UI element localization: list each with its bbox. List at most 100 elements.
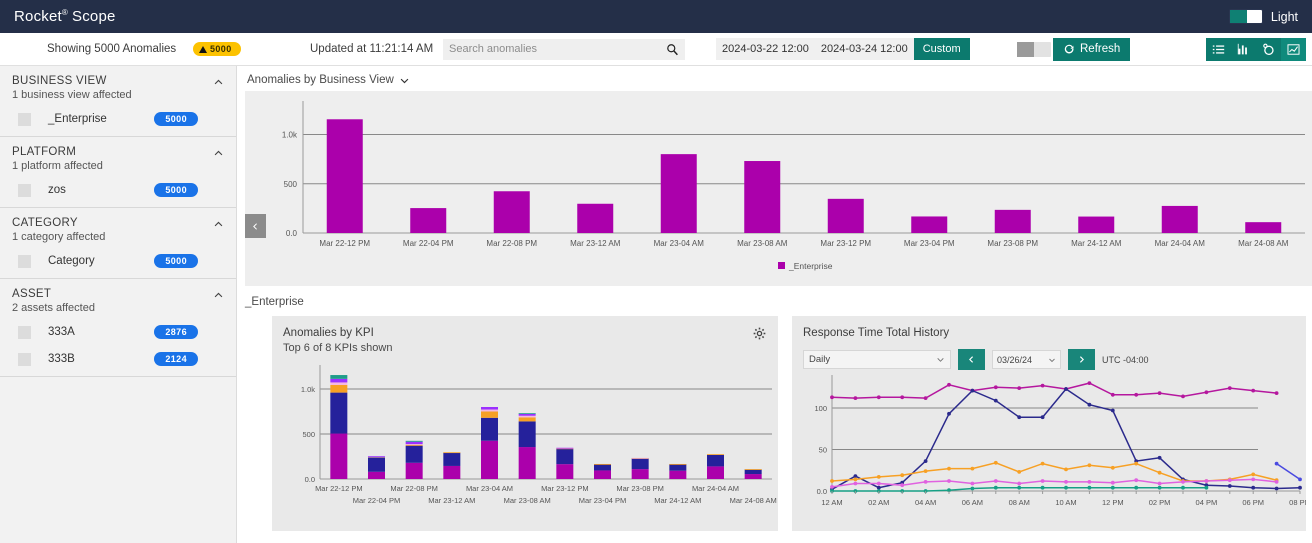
rt-panel-controls: Daily 03/26/24 UTC -04:00 xyxy=(792,339,1306,370)
chevron-right-icon xyxy=(1079,356,1084,363)
toggle-on-icon[interactable] xyxy=(1228,9,1263,24)
facet-title: BUSINESS VIEW xyxy=(12,75,107,87)
auto-refresh-toggle[interactable] xyxy=(1017,41,1051,57)
donut-chart-icon xyxy=(1263,43,1274,55)
facet-category: CATEGORY 1 category affected Category 50… xyxy=(0,208,236,279)
svg-text:Mar 22-12 PM: Mar 22-12 PM xyxy=(315,484,363,493)
svg-text:0.0: 0.0 xyxy=(305,475,315,484)
svg-text:500: 500 xyxy=(284,180,298,189)
svg-text:10 AM: 10 AM xyxy=(1055,498,1076,507)
line-chart-icon xyxy=(1287,43,1300,55)
svg-text:Mar 23-12 AM: Mar 23-12 AM xyxy=(428,496,475,505)
svg-text:06 PM: 06 PM xyxy=(1242,498,1264,507)
date-select[interactable]: 03/26/24 xyxy=(992,350,1061,369)
refresh-button[interactable]: Refresh xyxy=(1053,37,1131,61)
prev-day-button[interactable] xyxy=(958,349,985,370)
facet-checkbox[interactable] xyxy=(18,183,31,197)
svg-text:Mar 24-04 AM: Mar 24-04 AM xyxy=(692,484,739,493)
svg-text:08 AM: 08 AM xyxy=(1009,498,1030,507)
facet-label: 333B xyxy=(48,353,75,365)
svg-text:Mar 23-12 AM: Mar 23-12 AM xyxy=(570,239,621,248)
chevron-up-icon[interactable] xyxy=(213,290,224,301)
filter-toolbar: Showing 5000 Anomalies 5000 Updated at 1… xyxy=(0,33,1312,66)
bar-chart-icon xyxy=(1237,43,1247,54)
facet-title: ASSET xyxy=(12,288,52,300)
svg-text:Mar 23-04 AM: Mar 23-04 AM xyxy=(466,484,513,493)
facet-checkbox[interactable] xyxy=(18,254,31,268)
page-title: Anomalies by Business View xyxy=(247,74,394,86)
facet-count: 2876 xyxy=(154,325,198,339)
svg-text:Mar 22-12 PM: Mar 22-12 PM xyxy=(319,239,370,248)
svg-text:Mar 24-04 AM: Mar 24-04 AM xyxy=(1155,239,1206,248)
donut-view-button[interactable] xyxy=(1256,38,1281,61)
facet-row[interactable]: Category 5000 xyxy=(12,252,224,270)
list-view-button[interactable] xyxy=(1206,38,1231,61)
date-range-picker[interactable]: 2024-03-22 12:00 2024-03-24 12:00 Custom xyxy=(716,38,970,60)
app-body: BUSINESS VIEW 1 business view affected _… xyxy=(0,66,1312,543)
rt-panel-title: Response Time Total History xyxy=(803,327,950,339)
registered-mark: ® xyxy=(61,8,68,17)
facet-row[interactable]: 333B 2124 xyxy=(12,350,224,368)
svg-text:Mar 23-08 PM: Mar 23-08 PM xyxy=(987,239,1038,248)
timezone-label: UTC -04:00 xyxy=(1102,354,1149,365)
svg-text:Mar 23-12 PM: Mar 23-12 PM xyxy=(541,484,589,493)
view-mode-group xyxy=(1206,37,1306,61)
date-mode-button[interactable]: Custom xyxy=(913,38,970,60)
date-from[interactable]: 2024-03-22 12:00 xyxy=(716,38,815,60)
svg-text:500: 500 xyxy=(302,430,315,439)
theme-label: Light xyxy=(1270,9,1298,24)
svg-text:04 AM: 04 AM xyxy=(915,498,936,507)
warning-triangle-icon xyxy=(199,45,207,53)
svg-text:08 PM: 08 PM xyxy=(1289,498,1306,507)
top-panel-header[interactable]: Anomalies by Business View xyxy=(237,66,1312,91)
svg-text:1.0k: 1.0k xyxy=(301,385,315,394)
bar-view-button[interactable] xyxy=(1231,38,1256,61)
facet-count: 5000 xyxy=(154,183,198,197)
facet-platform: PLATFORM 1 platform affected zos 5000 xyxy=(0,137,236,208)
date-to[interactable]: 2024-03-24 12:00 xyxy=(815,38,914,60)
facet-checkbox[interactable] xyxy=(18,352,31,366)
facet-row[interactable]: 333A 2876 xyxy=(12,323,224,341)
facet-row[interactable]: zos 5000 xyxy=(12,181,224,199)
app-title-bar: Rocket® Scope Light xyxy=(0,0,1312,33)
svg-text:04 PM: 04 PM xyxy=(1196,498,1218,507)
svg-text:02 AM: 02 AM xyxy=(868,498,889,507)
chevron-up-icon[interactable] xyxy=(213,77,224,88)
last-updated-label: Updated at 11:21:14 AM xyxy=(310,43,434,55)
facet-row[interactable]: _Enterprise 5000 xyxy=(12,110,224,128)
svg-text:02 PM: 02 PM xyxy=(1149,498,1171,507)
line-view-button[interactable] xyxy=(1281,37,1306,61)
granularity-select[interactable]: Daily xyxy=(803,350,951,369)
kpi-stacked-bar-svg: 0.0 500 1.0k Mar 22-12 PM Mar 22-04 PM Mar 22… xyxy=(301,365,777,505)
search-container[interactable] xyxy=(443,38,685,60)
product-name: Scope xyxy=(72,8,116,25)
facet-checkbox[interactable] xyxy=(18,112,31,126)
svg-text:Mar 23-04 PM: Mar 23-04 PM xyxy=(579,496,627,505)
svg-text:Mar 23-12 PM: Mar 23-12 PM xyxy=(820,239,871,248)
facet-checkbox[interactable] xyxy=(18,325,31,339)
chevron-up-icon[interactable] xyxy=(213,148,224,159)
next-day-button[interactable] xyxy=(1068,349,1095,370)
chevron-up-icon[interactable] xyxy=(213,219,224,230)
facet-label: zos xyxy=(48,184,66,196)
filters-sidebar: BUSINESS VIEW 1 business view affected _… xyxy=(0,66,237,543)
response-time-line-svg: 0.0 50 100 12 AM 02 AM 04 AM 06 AM 08 AM 10 AM 12… xyxy=(814,375,1306,507)
group-label: _Enterprise xyxy=(245,296,304,308)
facet-label: 333A xyxy=(48,326,75,338)
facet-subtitle: 1 platform affected xyxy=(12,160,103,172)
facet-business-view: BUSINESS VIEW 1 business view affected _… xyxy=(0,66,236,137)
status-badge[interactable]: 5000 xyxy=(193,42,241,56)
svg-text:12 PM: 12 PM xyxy=(1102,498,1124,507)
sidebar-collapse-handle[interactable] xyxy=(245,214,266,238)
warning-count: 5000 xyxy=(210,44,232,54)
search-icon[interactable] xyxy=(666,43,679,56)
svg-text:Mar 23-08 PM: Mar 23-08 PM xyxy=(616,484,664,493)
chevron-down-icon[interactable] xyxy=(399,75,410,86)
gear-icon[interactable] xyxy=(753,327,766,340)
search-input[interactable] xyxy=(449,43,666,55)
svg-text:1.0k: 1.0k xyxy=(282,131,298,140)
facet-subtitle: 1 business view affected xyxy=(12,89,132,101)
business-view-bar-svg: 0.0 500 1.0k Mar 22-12 PM Mar 22-04 PM Mar 22… xyxy=(282,101,1305,271)
theme-switcher[interactable]: Light xyxy=(1228,0,1298,33)
facet-title: PLATFORM xyxy=(12,146,77,158)
